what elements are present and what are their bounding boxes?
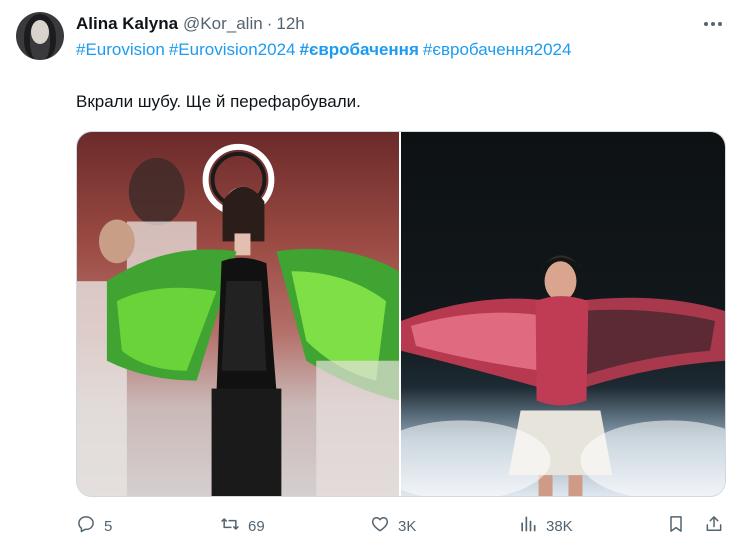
photo-right[interactable] [401,132,725,496]
hashtag-link[interactable]: #євробачення [299,40,418,59]
photo-right-illustration [401,255,725,496]
bookmark-icon [666,514,686,538]
avatar-face [31,20,49,44]
avatar[interactable] [16,12,64,60]
like-button[interactable]: 3K [370,512,416,540]
retweet-icon [220,514,240,538]
views-bar-icon [518,514,538,538]
reply-icon [76,514,96,538]
retweet-count: 69 [248,517,265,535]
reply-button[interactable]: 5 [76,512,112,540]
share-icon [704,514,724,538]
author-handle[interactable]: @Kor_alin [183,14,263,34]
separator-dot: · [266,14,273,33]
hashtag-line: #Eurovision #Eurovision2024 #євробачення #є… [76,40,575,60]
photo-left-illustration [77,143,399,496]
author-name[interactable]: Alina Kalyna [76,14,178,34]
bookmark-button[interactable] [666,512,686,540]
like-count: 3K [398,517,417,535]
tweet-actions: 5 69 3K 38K [76,512,726,540]
views-button[interactable]: 38K [518,512,573,540]
reply-count: 5 [104,517,113,535]
photo-left[interactable] [77,132,399,496]
retweet-button[interactable]: 69 [220,512,265,540]
more-dots-icon[interactable] [702,14,724,34]
tweet-header: Alina Kalyna @Kor_alin · 12h [76,13,305,35]
views-count: 38K [546,517,573,535]
heart-icon [370,514,390,538]
share-button[interactable] [704,512,724,540]
tweet-media[interactable] [76,131,726,497]
hashtag-link[interactable]: #євробачення2024 [423,40,572,59]
hashtag-link[interactable]: #Eurovision [76,40,165,59]
hashtag-link[interactable]: #Eurovision2024 [169,40,296,59]
tweet-text: Вкрали шубу. Ще й перефарбували. [76,92,361,111]
tweet-time[interactable]: 12h [276,14,304,34]
